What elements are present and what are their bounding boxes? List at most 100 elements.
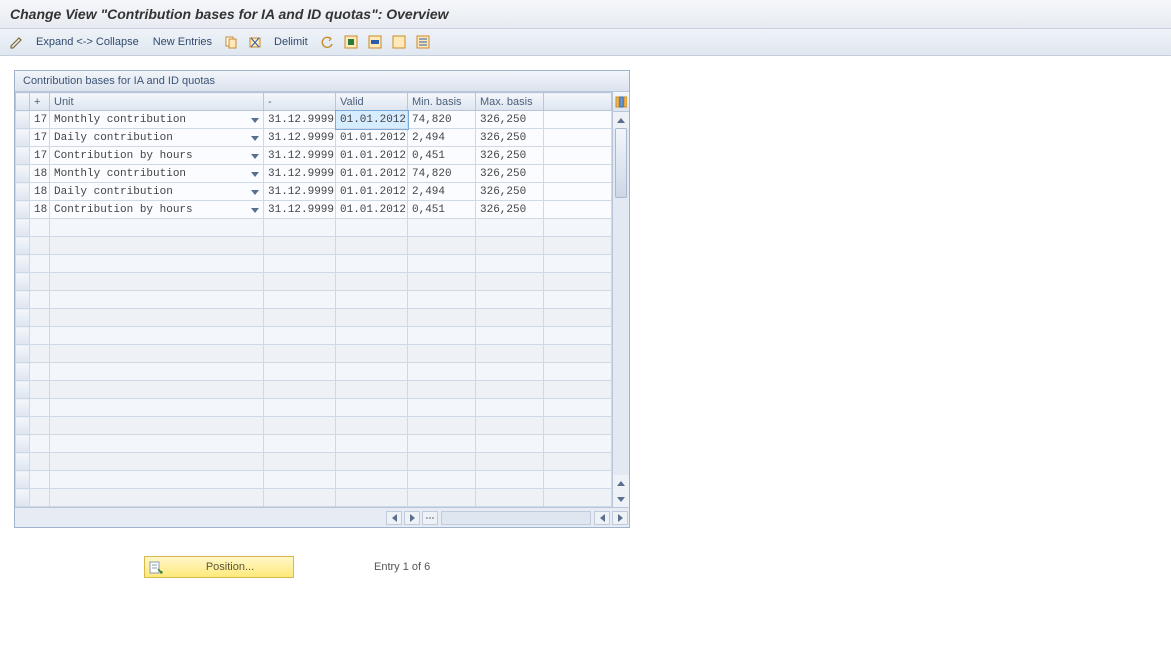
- cell-dash[interactable]: 31.12.9999: [264, 165, 336, 183]
- row-selector[interactable]: [16, 291, 30, 309]
- row-selector[interactable]: [16, 201, 30, 219]
- col-dash[interactable]: -: [264, 93, 336, 111]
- table-row[interactable]: 18Daily contribution31.12.999901.01.2012…: [16, 183, 612, 201]
- table-row[interactable]: [16, 399, 612, 417]
- data-grid[interactable]: + Unit - Valid Min. basis Max. basis 17M…: [15, 92, 612, 507]
- row-selector[interactable]: [16, 453, 30, 471]
- row-selector[interactable]: [16, 489, 30, 507]
- cell-plus[interactable]: 18: [30, 183, 50, 201]
- table-row[interactable]: [16, 453, 612, 471]
- table-row[interactable]: [16, 255, 612, 273]
- cell-valid[interactable]: 01.01.2012: [336, 201, 408, 219]
- table-row[interactable]: [16, 237, 612, 255]
- row-selector[interactable]: [16, 399, 30, 417]
- cell-max[interactable]: 326,250: [476, 183, 544, 201]
- row-selector[interactable]: [16, 471, 30, 489]
- row-selector[interactable]: [16, 165, 30, 183]
- dropdown-icon[interactable]: [251, 136, 259, 141]
- cell-plus[interactable]: 17: [30, 111, 50, 129]
- row-selector[interactable]: [16, 237, 30, 255]
- table-row[interactable]: [16, 489, 612, 507]
- cell-valid[interactable]: 01.01.2012: [336, 111, 408, 129]
- pencil-icon[interactable]: [8, 33, 26, 51]
- copy-icon[interactable]: [222, 33, 240, 51]
- table-row[interactable]: [16, 417, 612, 435]
- col-plus[interactable]: +: [30, 93, 50, 111]
- hscroll-right-icon[interactable]: [404, 511, 420, 525]
- cell-min[interactable]: 74,820: [408, 165, 476, 183]
- cell-unit[interactable]: Contribution by hours: [50, 201, 264, 219]
- dropdown-icon[interactable]: [251, 154, 259, 159]
- row-selector[interactable]: [16, 309, 30, 327]
- table-row[interactable]: [16, 471, 612, 489]
- hscroll-grip-icon[interactable]: [422, 511, 438, 525]
- cell-valid[interactable]: 01.01.2012: [336, 165, 408, 183]
- cell-unit[interactable]: Monthly contribution: [50, 111, 264, 129]
- col-unit[interactable]: Unit: [50, 93, 264, 111]
- table-row[interactable]: [16, 291, 612, 309]
- cell-min[interactable]: 0,451: [408, 201, 476, 219]
- cell-plus[interactable]: 18: [30, 165, 50, 183]
- scroll-track[interactable]: [613, 128, 629, 475]
- table-row[interactable]: [16, 309, 612, 327]
- cell-max[interactable]: 326,250: [476, 147, 544, 165]
- cell-max[interactable]: 326,250: [476, 129, 544, 147]
- cell-plus[interactable]: 17: [30, 129, 50, 147]
- row-selector[interactable]: [16, 255, 30, 273]
- table-row[interactable]: 17Contribution by hours31.12.999901.01.2…: [16, 147, 612, 165]
- cell-dash[interactable]: 31.12.9999: [264, 129, 336, 147]
- table-row[interactable]: 18Monthly contribution31.12.999901.01.20…: [16, 165, 612, 183]
- table-row[interactable]: [16, 273, 612, 291]
- row-selector[interactable]: [16, 273, 30, 291]
- cell-unit[interactable]: Daily contribution: [50, 129, 264, 147]
- table-row[interactable]: [16, 363, 612, 381]
- cell-dash[interactable]: 31.12.9999: [264, 201, 336, 219]
- select-block-icon[interactable]: [366, 33, 384, 51]
- cell-min[interactable]: 2,494: [408, 129, 476, 147]
- row-selector[interactable]: [16, 381, 30, 399]
- dropdown-icon[interactable]: [251, 190, 259, 195]
- cell-min[interactable]: 74,820: [408, 111, 476, 129]
- row-selector[interactable]: [16, 327, 30, 345]
- hscroll-right2-icon[interactable]: [612, 511, 628, 525]
- cell-valid[interactable]: 01.01.2012: [336, 129, 408, 147]
- cell-plus[interactable]: 18: [30, 201, 50, 219]
- col-min[interactable]: Min. basis: [408, 93, 476, 111]
- config-icon[interactable]: [414, 33, 432, 51]
- position-button[interactable]: Position...: [144, 556, 294, 578]
- horizontal-scrollbar[interactable]: [15, 507, 629, 527]
- scroll-up2-icon[interactable]: [613, 475, 629, 491]
- table-row[interactable]: [16, 381, 612, 399]
- table-row[interactable]: [16, 435, 612, 453]
- select-all-icon[interactable]: [342, 33, 360, 51]
- cell-dash[interactable]: 31.12.9999: [264, 183, 336, 201]
- table-row[interactable]: 17Daily contribution31.12.999901.01.2012…: [16, 129, 612, 147]
- delete-icon[interactable]: [246, 33, 264, 51]
- cell-min[interactable]: 0,451: [408, 147, 476, 165]
- table-row[interactable]: [16, 219, 612, 237]
- dropdown-icon[interactable]: [251, 172, 259, 177]
- cell-plus[interactable]: 17: [30, 147, 50, 165]
- cell-max[interactable]: 326,250: [476, 165, 544, 183]
- row-selector[interactable]: [16, 435, 30, 453]
- row-selector[interactable]: [16, 129, 30, 147]
- cell-min[interactable]: 2,494: [408, 183, 476, 201]
- delimit-button[interactable]: Delimit: [270, 34, 312, 50]
- dropdown-icon[interactable]: [251, 208, 259, 213]
- row-selector[interactable]: [16, 147, 30, 165]
- deselect-all-icon[interactable]: [390, 33, 408, 51]
- cell-dash[interactable]: 31.12.9999: [264, 147, 336, 165]
- row-selector[interactable]: [16, 363, 30, 381]
- column-config-icon[interactable]: [613, 92, 629, 112]
- cell-valid[interactable]: 01.01.2012: [336, 183, 408, 201]
- cell-max[interactable]: 326,250: [476, 201, 544, 219]
- hscroll-left-icon[interactable]: [386, 511, 402, 525]
- vertical-scrollbar[interactable]: [612, 92, 629, 507]
- cell-unit[interactable]: Monthly contribution: [50, 165, 264, 183]
- table-row[interactable]: 17Monthly contribution31.12.999901.01.20…: [16, 111, 612, 129]
- cell-valid[interactable]: 01.01.2012: [336, 147, 408, 165]
- cell-unit[interactable]: Contribution by hours: [50, 147, 264, 165]
- cell-unit[interactable]: Daily contribution: [50, 183, 264, 201]
- cell-dash[interactable]: 31.12.9999: [264, 111, 336, 129]
- expand-collapse-button[interactable]: Expand <-> Collapse: [32, 34, 143, 50]
